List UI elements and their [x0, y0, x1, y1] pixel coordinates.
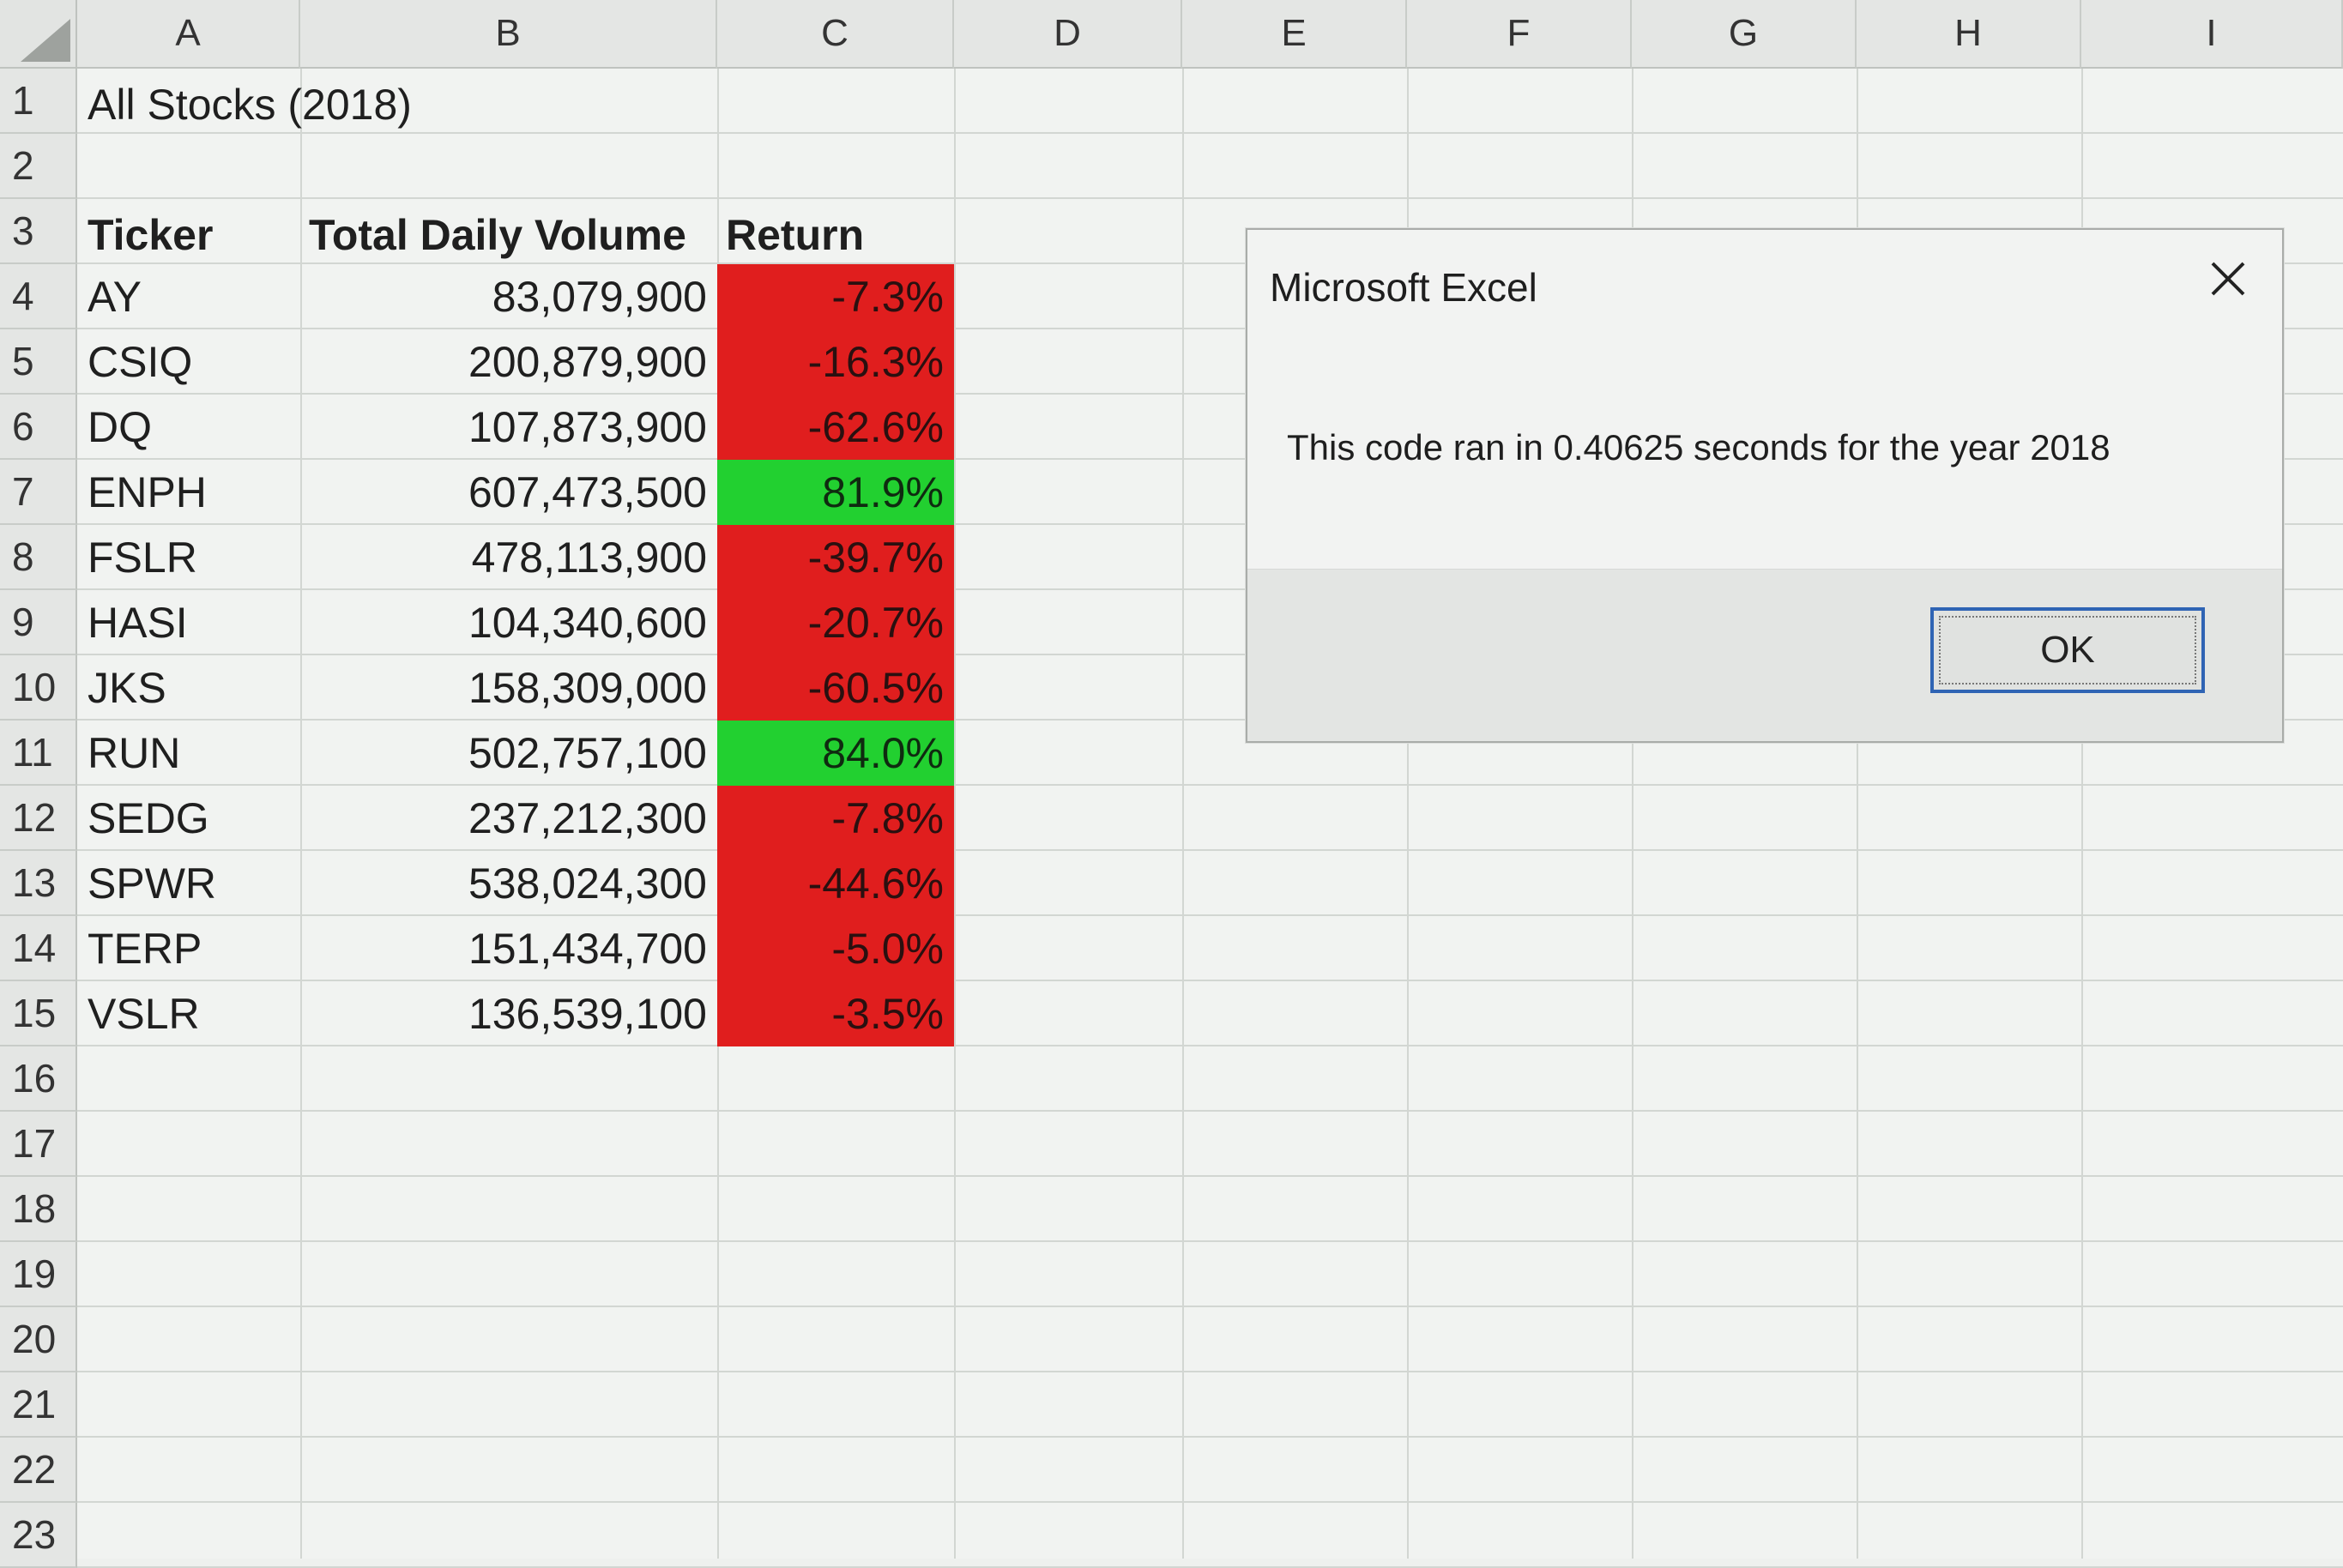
row-header-2[interactable]: 2	[0, 134, 77, 199]
column-header-c[interactable]: C	[717, 0, 954, 69]
row-header-17[interactable]: 17	[0, 1112, 77, 1177]
ticker-cell[interactable]: SPWR	[79, 851, 300, 916]
row-header-16[interactable]: 16	[0, 1046, 77, 1112]
row-header-6[interactable]: 6	[0, 395, 77, 460]
ok-button[interactable]: OK	[1930, 607, 2205, 693]
return-cell[interactable]: -62.6%	[717, 395, 954, 460]
gridline-horizontal	[77, 1175, 2343, 1177]
return-cell[interactable]: 81.9%	[717, 460, 954, 525]
ticker-cell[interactable]: HASI	[79, 590, 300, 655]
row-header-19[interactable]: 19	[0, 1242, 77, 1307]
row-header-15[interactable]: 15	[0, 981, 77, 1046]
row-header-20[interactable]: 20	[0, 1307, 77, 1372]
column-header-i[interactable]: I	[2081, 0, 2343, 69]
dialog-footer: OK	[1247, 569, 2282, 741]
header-return[interactable]: Return	[717, 202, 954, 268]
volume-cell[interactable]: 502,757,100	[300, 721, 717, 786]
ticker-cell[interactable]: CSIQ	[79, 329, 300, 395]
gridline-horizontal	[77, 1436, 2343, 1438]
ticker-cell[interactable]: ENPH	[79, 460, 300, 525]
gridline-vertical	[954, 69, 956, 1559]
return-cell[interactable]: -39.7%	[717, 525, 954, 590]
volume-cell[interactable]: 200,879,900	[300, 329, 717, 395]
row-header-14[interactable]: 14	[0, 916, 77, 981]
gridline-horizontal	[77, 1306, 2343, 1307]
row-header-4[interactable]: 4	[0, 264, 77, 329]
select-all-triangle-icon	[21, 19, 70, 62]
header-total-daily-volume[interactable]: Total Daily Volume	[300, 202, 717, 268]
row-header-18[interactable]: 18	[0, 1177, 77, 1242]
dialog-message: This code ran in 0.40625 seconds for the…	[1287, 427, 2111, 467]
gridline-horizontal	[77, 197, 2343, 199]
gridline-horizontal	[77, 1240, 2343, 1242]
column-header-e[interactable]: E	[1182, 0, 1407, 69]
return-cell[interactable]: -7.8%	[717, 786, 954, 851]
message-box-dialog: Microsoft Excel This code ran in 0.40625…	[1246, 228, 2284, 743]
volume-cell[interactable]: 107,873,900	[300, 395, 717, 460]
gridline-horizontal	[77, 1110, 2343, 1112]
row-header-1[interactable]: 1	[0, 69, 77, 134]
column-header-g[interactable]: G	[1632, 0, 1857, 69]
row-header-21[interactable]: 21	[0, 1372, 77, 1438]
volume-cell[interactable]: 478,113,900	[300, 525, 717, 590]
ticker-cell[interactable]: RUN	[79, 721, 300, 786]
column-header-a[interactable]: A	[77, 0, 300, 69]
dialog-title: Microsoft Excel	[1270, 265, 1537, 310]
row-header-9[interactable]: 9	[0, 590, 77, 655]
return-cell[interactable]: -60.5%	[717, 655, 954, 721]
volume-cell[interactable]: 83,079,900	[300, 264, 717, 329]
return-cell[interactable]: -3.5%	[717, 981, 954, 1046]
row-header-11[interactable]: 11	[0, 721, 77, 786]
ticker-cell[interactable]: FSLR	[79, 525, 300, 590]
ok-button-focus-ring	[1939, 616, 2196, 684]
gridline-horizontal	[77, 1371, 2343, 1372]
ticker-cell[interactable]: SEDG	[79, 786, 300, 851]
row-header-8[interactable]: 8	[0, 525, 77, 590]
column-header-d[interactable]: D	[954, 0, 1182, 69]
ticker-cell[interactable]: VSLR	[79, 981, 300, 1046]
volume-cell[interactable]: 104,340,600	[300, 590, 717, 655]
column-header-h[interactable]: H	[1857, 0, 2081, 69]
ticker-cell[interactable]: TERP	[79, 916, 300, 981]
row-header-10[interactable]: 10	[0, 655, 77, 721]
volume-cell[interactable]: 607,473,500	[300, 460, 717, 525]
row-header-12[interactable]: 12	[0, 786, 77, 851]
volume-cell[interactable]: 136,539,100	[300, 981, 717, 1046]
volume-cell[interactable]: 237,212,300	[300, 786, 717, 851]
volume-cell[interactable]: 538,024,300	[300, 851, 717, 916]
row-header-3[interactable]: 3	[0, 199, 77, 264]
return-cell[interactable]: 84.0%	[717, 721, 954, 786]
close-x-icon	[2211, 262, 2245, 296]
header-ticker[interactable]: Ticker	[79, 202, 300, 268]
row-header-13[interactable]: 13	[0, 851, 77, 916]
select-all-corner[interactable]	[0, 0, 77, 69]
return-cell[interactable]: -20.7%	[717, 590, 954, 655]
volume-cell[interactable]: 151,434,700	[300, 916, 717, 981]
row-header-7[interactable]: 7	[0, 460, 77, 525]
column-header-f[interactable]: F	[1407, 0, 1632, 69]
return-cell[interactable]: -5.0%	[717, 916, 954, 981]
gridline-vertical	[1182, 69, 1184, 1559]
close-icon[interactable]	[2198, 249, 2258, 309]
return-cell[interactable]: -16.3%	[717, 329, 954, 395]
return-cell[interactable]: -7.3%	[717, 264, 954, 329]
ticker-cell[interactable]: AY	[79, 264, 300, 329]
ticker-cell[interactable]: DQ	[79, 395, 300, 460]
gridline-horizontal	[77, 1501, 2343, 1503]
volume-cell[interactable]: 158,309,000	[300, 655, 717, 721]
return-cell[interactable]: -44.6%	[717, 851, 954, 916]
row-header-22[interactable]: 22	[0, 1438, 77, 1503]
cell-a1-sheet-title[interactable]: All Stocks (2018)	[79, 72, 679, 137]
column-header-b[interactable]: B	[300, 0, 717, 69]
row-header-5[interactable]: 5	[0, 329, 77, 395]
ticker-cell[interactable]: JKS	[79, 655, 300, 721]
